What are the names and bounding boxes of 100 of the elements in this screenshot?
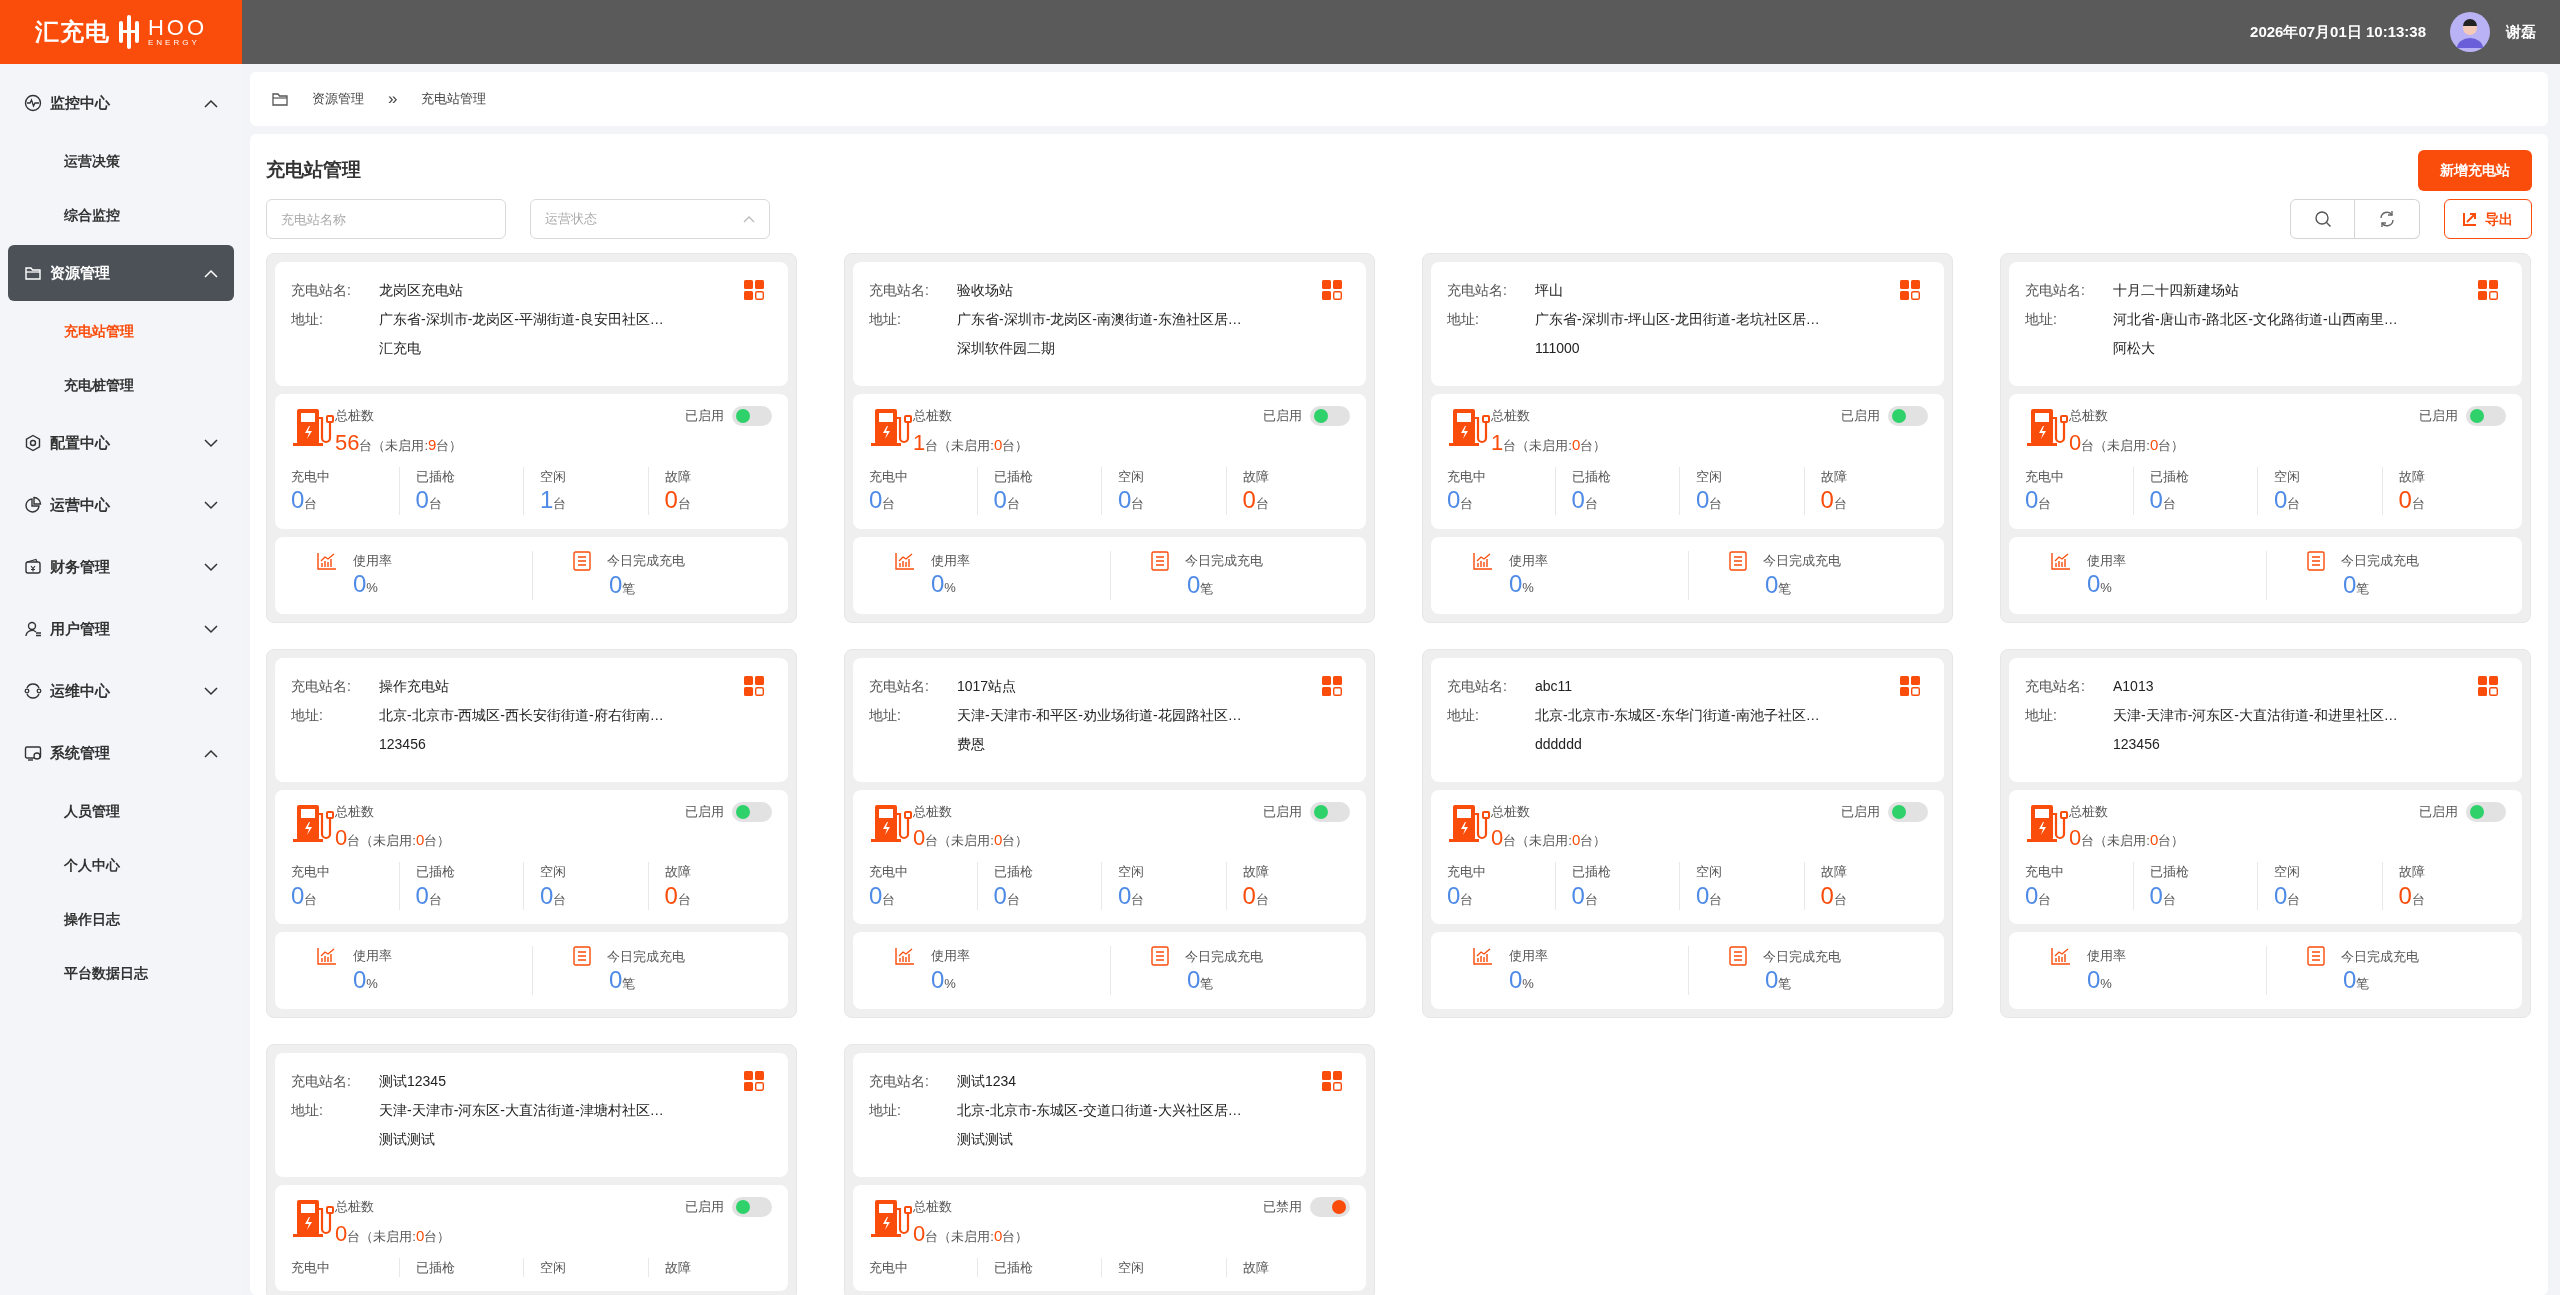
refresh-button[interactable]: [2355, 199, 2420, 239]
stat-value: 0台: [1696, 486, 1724, 515]
document-icon: [1151, 550, 1169, 571]
pile-count: 0台（未启用:0台）: [335, 1219, 452, 1248]
logo-text: 汇充电: [34, 17, 110, 47]
stat-label: 故障: [1242, 1258, 1270, 1277]
station-address: 天津-天津市-河东区-大直沽街道-和进里社区…: [2113, 705, 2398, 725]
pile-count: 0台（未启用:0台）: [2069, 824, 2186, 853]
pulse-icon: [24, 94, 42, 112]
sidebar-item[interactable]: 运维中心: [8, 660, 234, 722]
sidebar-item[interactable]: 监控中心: [8, 72, 234, 134]
stat-value: 0台: [2398, 486, 2426, 515]
usage-label: 使用率: [1509, 947, 1548, 966]
grid-icon[interactable]: [1900, 675, 1920, 696]
stat-label: 故障: [664, 467, 692, 486]
chevron-up-icon: [204, 748, 218, 758]
grid-icon[interactable]: [1322, 1071, 1342, 1092]
grid-icon[interactable]: [2478, 675, 2498, 696]
stat-value: 0台: [1118, 881, 1146, 911]
sidebar-subitem[interactable]: 人员管理: [0, 784, 242, 838]
breadcrumb-item[interactable]: 资源管理: [312, 89, 364, 109]
document-icon: [1729, 550, 1747, 571]
bar-chart-icon: [1473, 551, 1493, 570]
station-name: 十月二十四新建场站: [2113, 281, 2239, 300]
chevron-up-icon: [743, 215, 755, 223]
user-name[interactable]: 谢磊: [2506, 20, 2536, 44]
usage-label: 今日完成充电: [607, 947, 685, 966]
status-toggle[interactable]: [1888, 406, 1928, 426]
usage-value: 0%: [930, 965, 957, 995]
stat-label: 空闲: [540, 1258, 567, 1277]
grid-icon[interactable]: [744, 1071, 764, 1092]
stat-value: 0台: [291, 486, 319, 515]
sidebar-item[interactable]: 资源管理: [8, 245, 234, 301]
stat-label: 故障: [1820, 467, 1848, 486]
pile-count: 0台（未启用:0台）: [2069, 428, 2186, 457]
pile-count: 56台（未启用:9台）: [335, 428, 464, 457]
stat-value: 0台: [869, 881, 897, 911]
grid-icon[interactable]: [1322, 675, 1342, 696]
grid-icon[interactable]: [744, 675, 764, 696]
folder-icon: [272, 92, 288, 106]
station-name-field[interactable]: 充电站名称: [266, 199, 506, 239]
status-toggle[interactable]: [2466, 801, 2506, 822]
stat-value: 0台: [540, 881, 568, 911]
sidebar-subitem[interactable]: 操作日志: [0, 892, 242, 946]
sidebar-item[interactable]: 配置中心: [8, 412, 234, 474]
grid-icon[interactable]: [1322, 280, 1342, 300]
sidebar-subitem[interactable]: 充电桩管理: [0, 358, 242, 412]
status-toggle[interactable]: [732, 1197, 772, 1218]
stat-label: 充电中: [291, 1258, 331, 1277]
sidebar-subitem[interactable]: 综合监控: [0, 188, 242, 242]
station-address: 广东省-深圳市-龙岗区-南澳街道-东渔社区居…: [957, 310, 1242, 329]
stat-label: 充电中: [869, 863, 909, 882]
pile-total-label: 总桩数: [913, 407, 953, 425]
sidebar-subitem[interactable]: 个人中心: [0, 838, 242, 892]
stat-label: 已插枪: [993, 467, 1034, 486]
document-icon: [1151, 946, 1169, 967]
pie-chart-icon: [24, 496, 42, 514]
stat-value: 0台: [1820, 881, 1848, 911]
usage-value: 0%: [930, 570, 957, 600]
status-toggle[interactable]: [2466, 406, 2506, 426]
search-button[interactable]: [2290, 199, 2355, 239]
status-toggle[interactable]: [1310, 801, 1350, 822]
switch-label: 已启用: [685, 407, 724, 425]
switch-label: 已启用: [685, 802, 724, 821]
bar-chart-icon: [2051, 551, 2071, 570]
sidebar-item[interactable]: 运营中心: [8, 474, 234, 536]
grid-icon[interactable]: [744, 280, 764, 300]
status-toggle[interactable]: [732, 801, 772, 822]
stat-label: 充电中: [291, 467, 331, 486]
grid-icon[interactable]: [2478, 280, 2498, 300]
stat-value: 0台: [869, 486, 897, 515]
status-toggle[interactable]: [1310, 406, 1350, 426]
status-toggle[interactable]: [1888, 801, 1928, 822]
stat-value: 0台: [1242, 486, 1270, 515]
usage-label: 使用率: [1509, 551, 1548, 570]
sidebar-item[interactable]: 用户管理: [8, 598, 234, 660]
export-icon: [2463, 212, 2477, 226]
usage-value: 0笔: [2342, 966, 2371, 996]
status-toggle[interactable]: [732, 406, 772, 426]
sidebar-item[interactable]: 系统管理: [8, 722, 234, 784]
pile-total-label: 总桩数: [335, 1198, 375, 1217]
stat-label: 已插枪: [1571, 467, 1612, 486]
sidebar-subitem[interactable]: 平台数据日志: [0, 946, 242, 1000]
bar-chart-icon: [895, 551, 915, 570]
pile-total-label: 总桩数: [1491, 802, 1531, 821]
breadcrumb-item[interactable]: 充电站管理: [421, 89, 487, 109]
bar-chart-icon: [895, 947, 915, 966]
stat-label: 充电中: [1447, 863, 1487, 882]
usage-value: 0笔: [2342, 570, 2371, 600]
avatar-icon: [2450, 12, 2490, 52]
stat-label: 已插枪: [993, 863, 1034, 882]
sidebar-item[interactable]: 财务管理: [8, 536, 234, 598]
stat-label: 故障: [1820, 863, 1848, 882]
document-icon: [573, 946, 591, 967]
sidebar-subitem[interactable]: 运营决策: [0, 134, 242, 188]
stat-label: 已插枪: [415, 863, 456, 882]
grid-icon[interactable]: [1900, 280, 1920, 300]
bar-chart-icon: [1473, 947, 1493, 966]
stat-label: 故障: [1242, 863, 1270, 882]
pile-total-label: 总桩数: [2069, 407, 2109, 425]
